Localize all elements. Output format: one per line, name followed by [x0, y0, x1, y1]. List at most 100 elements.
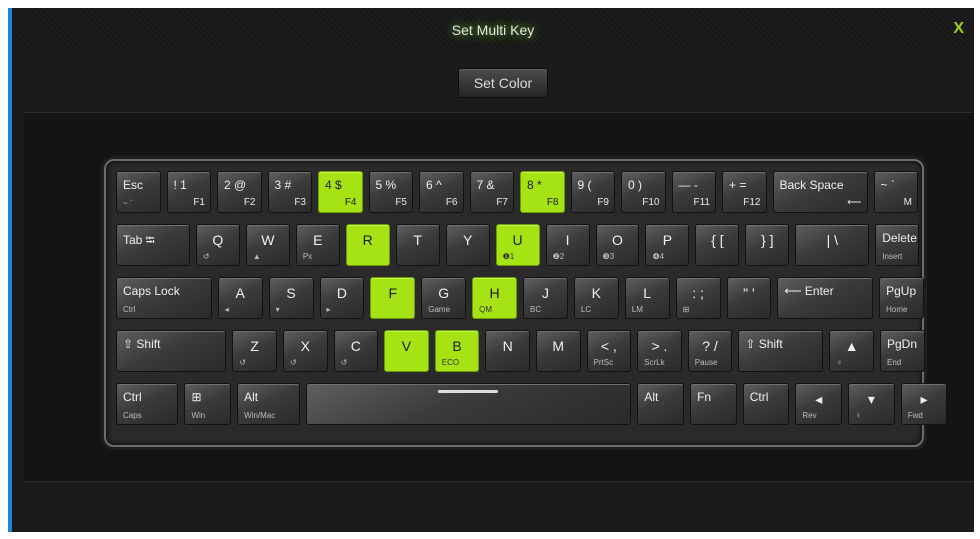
key-label: Caps Lock: [123, 284, 180, 298]
key-1-9[interactable]: O ❸3: [595, 224, 640, 266]
key-4-1[interactable]: ⊞ Win: [184, 383, 232, 425]
key-3-11[interactable]: ⇧ Shift: [738, 330, 824, 372]
key-label: " ': [743, 285, 755, 301]
key-label: 5 %: [375, 178, 397, 192]
key-label: E: [313, 232, 323, 248]
key-alt-label: End: [887, 358, 902, 367]
key-label: + =: [729, 178, 747, 192]
key-1-2[interactable]: W ▲: [245, 224, 290, 266]
key-1-12[interactable]: } ]: [745, 224, 790, 266]
key-4-2[interactable]: Alt Win/Mac: [237, 383, 300, 425]
key-0-13[interactable]: Back Space ⟵: [772, 171, 868, 213]
key-0-4[interactable]: 4 $ F4: [318, 171, 363, 213]
key-alt-label: ▸: [326, 305, 331, 314]
key-2-12[interactable]: ⟵ Enter: [777, 277, 874, 319]
key-label: A: [235, 285, 245, 301]
key-0-1[interactable]: ! 1 F1: [166, 171, 211, 213]
key-4-7[interactable]: ◂ Rev: [795, 383, 843, 425]
key-3-13[interactable]: PgDn End: [880, 330, 925, 372]
key-alt-label: ↺: [340, 358, 348, 367]
key-3-1[interactable]: Z ↺: [232, 330, 277, 372]
key-0-3[interactable]: 3 # F3: [267, 171, 312, 213]
key-1-5[interactable]: T: [395, 224, 440, 266]
key-1-10[interactable]: P ❹4: [645, 224, 690, 266]
key-2-5[interactable]: G Game: [421, 277, 467, 319]
key-label: Back Space: [779, 178, 844, 192]
key-2-1[interactable]: A ◂: [217, 277, 263, 319]
key-0-11[interactable]: — - F11: [671, 171, 716, 213]
key-0-0[interactable]: Esc ~ `: [116, 171, 161, 213]
keyboard: Esc ~ `! 1 F1 2 @ F2 3 # F3 4 $ F4 5 % F5 6 ^ F6 7 & F…: [106, 161, 948, 445]
key-2-2[interactable]: S ▾: [268, 277, 314, 319]
key-label: ⊞: [191, 390, 202, 404]
key-2-9[interactable]: L LM: [624, 277, 670, 319]
key-1-6[interactable]: Y: [445, 224, 490, 266]
key-2-3[interactable]: D ▸: [319, 277, 365, 319]
spacebar-key[interactable]: [305, 383, 632, 425]
close-button[interactable]: X: [953, 20, 964, 38]
key-3-9[interactable]: > . ScrLk: [637, 330, 682, 372]
key-1-3[interactable]: E Px: [295, 224, 340, 266]
set-color-button[interactable]: Set Color: [458, 68, 548, 98]
key-0-9[interactable]: 9 (F9: [570, 171, 615, 213]
key-4-9[interactable]: ▸ Fwd: [900, 383, 948, 425]
key-3-4[interactable]: V: [384, 330, 429, 372]
key-1-8[interactable]: I ❷2: [545, 224, 590, 266]
key-1-13[interactable]: | \: [795, 224, 870, 266]
key-label: Z: [250, 338, 259, 354]
key-0-6[interactable]: 6 ^ F6: [419, 171, 464, 213]
key-label: 9 (: [577, 178, 592, 192]
key-0-7[interactable]: 7 & F7: [469, 171, 514, 213]
key-sublabel: F8: [546, 197, 559, 208]
key-2-11[interactable]: " ': [726, 277, 772, 319]
key-1-11[interactable]: { [: [695, 224, 740, 266]
key-4-4[interactable]: Alt: [637, 383, 685, 425]
set-multi-key-window: Set Multi Key X Set Color Esc ~ ` ! 1 F1 2 @…: [8, 8, 974, 532]
key-0-5[interactable]: 5 % F5: [368, 171, 413, 213]
key-1-14[interactable]: Delete Insert: [875, 224, 920, 266]
key-3-5[interactable]: B ECO: [434, 330, 480, 372]
key-3-7[interactable]: M: [535, 330, 581, 372]
key-4-8[interactable]: ▾ ♀: [848, 383, 895, 425]
key-sublabel: F10: [642, 197, 660, 208]
key-1-7[interactable]: U ❶1: [495, 224, 540, 266]
key-4-6[interactable]: Ctrl: [742, 383, 790, 425]
key-0-14[interactable]: ~ ` M: [873, 171, 918, 213]
key-alt-label: Px: [302, 252, 313, 261]
key-2-13[interactable]: PgUp Home: [879, 277, 924, 319]
key-alt-label: ScrLk: [644, 358, 665, 367]
key-2-0[interactable]: Caps Lock Ctrl: [116, 277, 212, 319]
key-alt-label: ♀: [855, 411, 862, 420]
key-0-2[interactable]: 2 @ F2: [217, 171, 262, 213]
key-1-0[interactable]: Tab ⭾: [116, 224, 190, 266]
key-2-8[interactable]: K LC: [573, 277, 619, 319]
key-3-0[interactable]: ⇧ Shift: [116, 330, 227, 372]
key-alt-label: ↺: [202, 252, 210, 261]
key-0-10[interactable]: 0 ) F10: [621, 171, 666, 213]
key-2-7[interactable]: J BC: [523, 277, 568, 319]
key-1-4[interactable]: R: [345, 224, 390, 266]
key-0-8[interactable]: 8 * F8: [520, 171, 565, 213]
key-1-1[interactable]: Q ↺: [195, 224, 240, 266]
key-0-12[interactable]: + = F12: [722, 171, 767, 213]
window-title: Set Multi Key: [451, 22, 535, 38]
key-label: X: [300, 338, 310, 354]
key-2-4[interactable]: F: [370, 277, 416, 319]
key-alt-label: ♀: [836, 358, 843, 367]
key-label: Alt: [244, 390, 259, 404]
key-2-10[interactable]: : ; ⊞: [675, 277, 721, 319]
key-3-2[interactable]: X ↺: [282, 330, 328, 372]
key-3-6[interactable]: N: [485, 330, 530, 372]
key-label: G: [438, 285, 450, 301]
key-4-5[interactable]: Fn: [690, 383, 737, 425]
key-label: > .: [651, 338, 668, 354]
key-label: 2 @: [224, 178, 247, 192]
key-4-0[interactable]: Ctrl Caps: [116, 383, 179, 425]
key-label: 6 ^: [426, 178, 442, 192]
key-2-6[interactable]: H QM: [472, 277, 517, 319]
key-3-10[interactable]: ? / Pause: [687, 330, 733, 372]
key-3-3[interactable]: C ↺: [333, 330, 379, 372]
key-3-12[interactable]: ▲ ♀: [829, 330, 874, 372]
key-3-8[interactable]: < , PrtSc: [586, 330, 632, 372]
title-bar: Set Multi Key X: [12, 8, 974, 52]
